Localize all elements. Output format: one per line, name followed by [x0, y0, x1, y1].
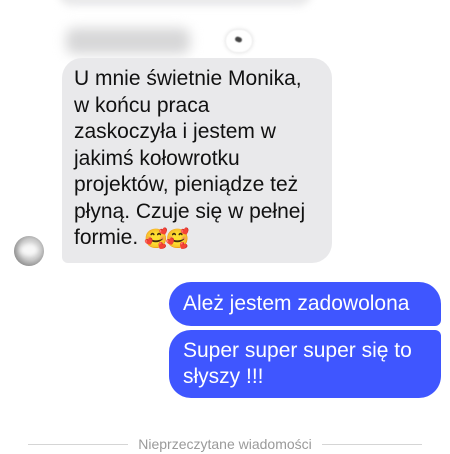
blurred-previous-message	[58, 0, 312, 6]
avatar[interactable]	[14, 236, 44, 266]
chat-thread: U mnie świetnie Monika, w końcu praca za…	[0, 0, 450, 452]
incoming-message-bubble[interactable]: U mnie świetnie Monika, w końcu praca za…	[62, 58, 332, 263]
unread-divider-label: Nieprzeczytane wiadomości	[138, 436, 312, 452]
divider-line	[321, 443, 422, 445]
incoming-message-text: U mnie świetnie Monika, w końcu praca za…	[74, 67, 306, 249]
outgoing-message-bubble[interactable]: Ależ jestem zadowolona	[169, 282, 441, 326]
reaction-icon[interactable]	[226, 30, 252, 52]
divider-line	[28, 443, 129, 445]
outgoing-message-bubble[interactable]: Super super super się to słyszy !!!	[169, 330, 441, 398]
smiling-hearts-emoji: 🥰🥰	[144, 229, 189, 250]
unread-divider: Nieprzeczytane wiadomości	[28, 434, 422, 454]
blurred-sender-name	[66, 28, 190, 54]
